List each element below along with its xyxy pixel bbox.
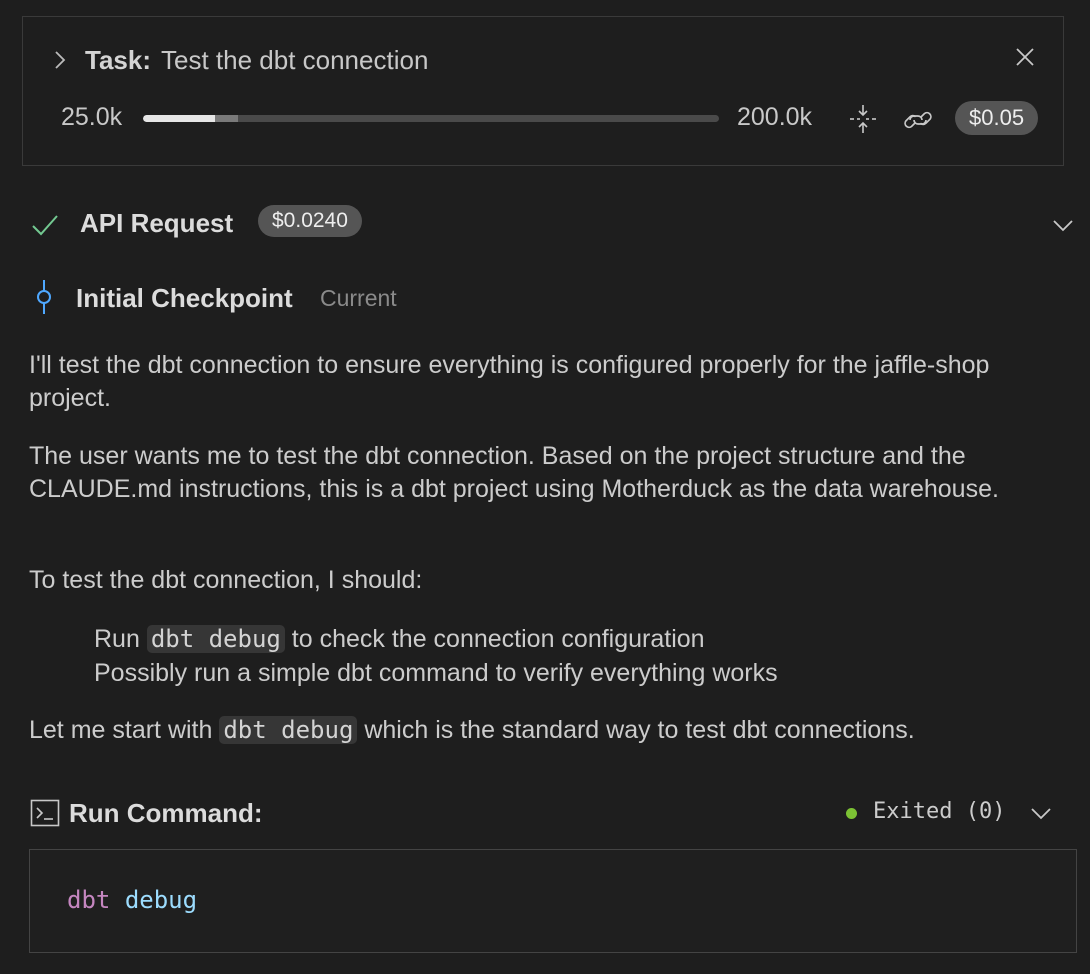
list-item-text: Run [94,625,147,653]
chevron-right-icon[interactable] [49,49,71,71]
command-argument: debug [124,886,198,914]
message-paragraph: To test the dbt connection, I should: [29,566,423,594]
list-item: Run dbt debug to check the connection co… [94,622,778,656]
check-icon [32,215,58,236]
chat-panel: Task: Test the dbt connection 25.0k 200.… [0,0,1090,974]
run-command-label: Run Command: [69,798,263,828]
chevron-down-icon[interactable] [1050,212,1076,238]
total-cost-badge: $0.05 [955,101,1039,135]
inline-code: dbt debug [219,716,358,744]
task-label: Task: [85,44,151,75]
command-line: dbt debug [67,886,197,914]
git-commit-icon [37,280,51,314]
api-request-row[interactable]: API Request $0.0240 [30,204,1076,244]
run-command-header: Run Command: Exited (0) [30,796,1060,832]
context-used-fill [143,115,215,122]
list-item: Possibly run a simple dbt command to ver… [94,659,778,687]
paragraph-text: which is the standard way to test dbt co… [357,716,915,744]
status-dot [846,808,857,819]
context-used-label: 25.0k [61,103,123,131]
condense-context-icon[interactable] [847,103,879,135]
command-exit-status: Exited (0) [873,799,1006,824]
message-paragraph: I'll test the dbt connection to ensure e… [29,351,990,412]
chevron-down-icon[interactable] [1028,800,1054,826]
checkpoint-status: Current [320,285,397,311]
api-request-label: API Request [80,208,234,238]
context-max-label: 200.0k [737,103,813,131]
terminal-icon [30,799,60,827]
api-request-cost-badge: $0.0240 [258,205,362,237]
message-paragraph: The user wants me to test the dbt connec… [29,442,999,503]
context-window-row: 25.0k 200.0k $0.05 [61,101,1051,137]
list-item-text: to check the connection configuration [284,625,705,653]
link-icon[interactable] [903,105,933,135]
inline-code: dbt debug [146,625,285,653]
paragraph-text: Let me start with [29,716,220,744]
task-header[interactable]: Task: Test the dbt connection [49,43,428,77]
context-cache-fill [215,115,239,122]
command-token: dbt [67,886,111,914]
command-code-block[interactable]: dbt debug [29,849,1077,953]
task-title: Test the dbt connection [161,44,429,75]
task-header-card: Task: Test the dbt connection 25.0k 200.… [22,16,1064,166]
close-icon[interactable] [1013,45,1037,69]
message-list: Run dbt debug to check the connection co… [94,622,778,690]
checkpoint-label: Initial Checkpoint [76,283,293,313]
context-progress-bar [143,115,719,122]
message-paragraph: Let me start with dbt debug which is the… [29,714,1069,747]
checkpoint-row: Initial Checkpoint Current [30,280,630,316]
